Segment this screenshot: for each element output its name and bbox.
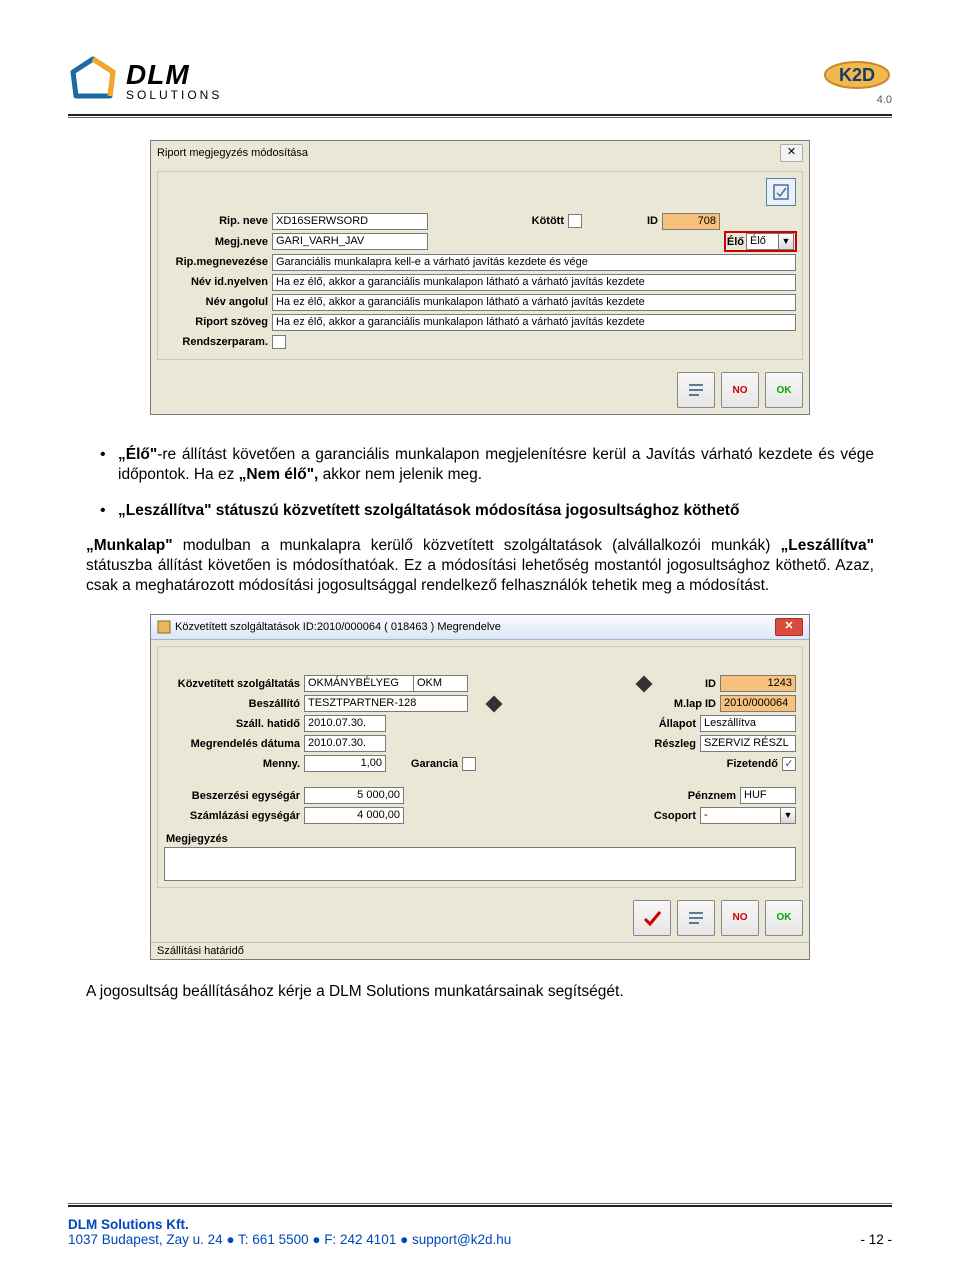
dialog-title: Riport megjegyzés módosítása xyxy=(157,147,308,159)
field-kozv1[interactable]: OKMÁNYBÉLYEG xyxy=(304,675,414,692)
label-szall: Száll. hatidő xyxy=(164,718,304,730)
list-button[interactable] xyxy=(677,372,715,408)
status-bar: Szállítási határidő xyxy=(151,942,809,959)
field-menny[interactable]: 1,00 xyxy=(304,755,386,772)
field-megjegyzes[interactable] xyxy=(164,847,796,881)
label-mlap: M.lap ID xyxy=(650,698,720,710)
field-id: 708 xyxy=(662,213,720,230)
label-allapot: Állapot xyxy=(630,718,700,730)
field-allapot: Leszállítva xyxy=(700,715,796,732)
label-kotott: Kötött xyxy=(428,215,568,227)
label-rendszerparam: Rendszerparam. xyxy=(164,336,272,348)
label-nev-id: Név id.nyelven xyxy=(164,276,272,288)
label-menny: Menny. xyxy=(164,758,304,770)
field-beszallito[interactable]: TESZTPARTNER-128 xyxy=(304,695,468,712)
field-penznem: HUF xyxy=(740,787,796,804)
checkbox-rendszerparam[interactable] xyxy=(272,335,286,349)
field-elo[interactable]: Élő xyxy=(746,233,778,250)
k2d-logo-icon: K2D xyxy=(822,56,892,94)
dlm-logo: DLM SOLUTIONS xyxy=(68,56,222,106)
footer-rule-thin xyxy=(68,1203,892,1204)
list-button-2[interactable] xyxy=(677,900,715,936)
field-nev-id[interactable]: Ha ez élő, akkor a garanciális munkalapo… xyxy=(272,274,796,291)
no-button[interactable]: NO xyxy=(721,372,759,408)
dropdown-elo-button[interactable]: ▼ xyxy=(778,233,794,250)
label-penznem: Pénznem xyxy=(670,790,740,802)
field-kozv2[interactable]: OKM xyxy=(414,675,468,692)
label-beszerzesi: Beszerzési egységár xyxy=(164,790,304,802)
svg-text:K2D: K2D xyxy=(839,65,875,85)
diamond-icon-2[interactable] xyxy=(486,695,503,712)
field-id2: 1243 xyxy=(720,675,796,692)
close-button[interactable]: ✕ xyxy=(780,144,803,162)
edit-icon xyxy=(772,183,790,201)
footer-addr-line: 1037 Budapest, Zay u. 24 ● T: 661 5500 ●… xyxy=(68,1232,511,1247)
label-garancia: Garancia xyxy=(386,758,462,770)
ok-button-2[interactable]: OK xyxy=(765,900,803,936)
field-megr[interactable]: 2010.07.30. xyxy=(304,735,386,752)
close-button-2[interactable]: ✕ xyxy=(775,618,803,636)
label-nev-angol: Név angolul xyxy=(164,296,272,308)
label-megjegyzes: Megjegyzés xyxy=(164,833,796,845)
checkbox-fizetendo[interactable] xyxy=(782,757,796,771)
field-reszleg: SZERVIZ RÉSZL xyxy=(700,735,796,752)
label-id2: ID xyxy=(650,678,720,690)
label-rip-megn: Rip.megnevezése xyxy=(164,256,272,268)
edit-button[interactable] xyxy=(766,178,796,206)
header-rule-thin xyxy=(68,117,892,118)
label-megj-neve: Megj.neve xyxy=(164,236,272,248)
no-button-2[interactable]: NO xyxy=(721,900,759,936)
label-szamlazasi: Számlázási egységár xyxy=(164,810,304,822)
dlm-logo-subtitle: SOLUTIONS xyxy=(126,89,222,101)
field-szamlazasi[interactable]: 4 000,00 xyxy=(304,807,404,824)
page-number: - 12 - xyxy=(860,1232,892,1247)
field-mlap: 2010/000064 xyxy=(720,695,796,712)
riport-dialog: Riport megjegyzés módosítása ✕ Rip. neve… xyxy=(150,140,810,415)
body-text: „Élő"-re állítást követően a garanciális… xyxy=(86,445,874,596)
field-rip-neve[interactable]: XD16SERWSORD xyxy=(272,213,428,230)
label-elo: Élő xyxy=(727,236,746,248)
label-csoport: Csoport xyxy=(630,810,700,822)
checkbox-garancia[interactable] xyxy=(462,757,476,771)
k2d-version: 4.0 xyxy=(877,94,892,106)
field-megj-neve[interactable]: GARI_VARH_JAV xyxy=(272,233,428,250)
k2d-logo: K2D 4.0 xyxy=(822,56,892,106)
ok-button[interactable]: OK xyxy=(765,372,803,408)
field-beszerzesi[interactable]: 5 000,00 xyxy=(304,787,404,804)
kozvetitett-dialog: Közvetített szolgáltatások ID:2010/00006… xyxy=(150,614,810,960)
label-rip-neve: Rip. neve xyxy=(164,215,272,227)
list-icon xyxy=(686,381,706,399)
label-reszleg: Részleg xyxy=(630,738,700,750)
body-text-2: A jogosultság beállításához kérje a DLM … xyxy=(86,982,874,1002)
header-rule-thick xyxy=(68,114,892,116)
field-riport-szoveg[interactable]: Ha ez élő, akkor a garanciális munkalapo… xyxy=(272,314,796,331)
check-icon xyxy=(641,908,663,928)
footer-rule-thick xyxy=(68,1205,892,1207)
field-nev-angol[interactable]: Ha ez élő, akkor a garanciális munkalapo… xyxy=(272,294,796,311)
dlm-logo-icon xyxy=(68,56,118,106)
field-szall[interactable]: 2010.07.30. xyxy=(304,715,386,732)
app-icon xyxy=(157,620,171,634)
dialog2-title: Közvetített szolgáltatások ID:2010/00006… xyxy=(175,621,501,633)
dlm-logo-text: DLM xyxy=(126,61,222,89)
dropdown-csoport-button[interactable]: ▼ xyxy=(780,807,796,824)
field-rip-megn[interactable]: Garanciális munkalapra kell-e a várható … xyxy=(272,254,796,271)
label-fizetendo: Fizetendő xyxy=(712,758,782,770)
label-megr: Megrendelés dátuma xyxy=(164,738,304,750)
check-button[interactable] xyxy=(633,900,671,936)
checkbox-kotott[interactable] xyxy=(568,214,582,228)
list-icon-2 xyxy=(686,909,706,927)
field-csoport[interactable]: - xyxy=(700,807,780,824)
label-beszallito: Beszállító xyxy=(164,698,304,710)
footer-company: DLM Solutions Kft. xyxy=(68,1217,511,1232)
label-riport-szoveg: Riport szöveg xyxy=(164,316,272,328)
label-kozv: Közvetített szolgáltatás xyxy=(164,678,304,690)
label-id: ID xyxy=(582,215,662,227)
